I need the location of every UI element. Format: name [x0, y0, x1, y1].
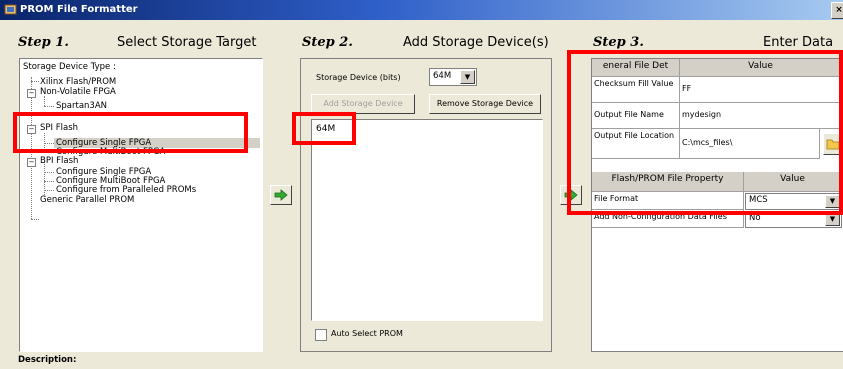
window-title: PROM File Formatter [20, 4, 138, 15]
tree-connector [44, 106, 54, 107]
step1-title: Step 1. [18, 35, 69, 50]
highlight-box-step3 [567, 50, 843, 215]
tree-connector [44, 172, 54, 173]
storage-device-bits-label: Storage Device (bits) [316, 73, 401, 82]
highlight-box-spi-flash [13, 112, 248, 153]
highlight-box-64m [292, 112, 356, 145]
description-label: Description: [18, 355, 77, 365]
auto-select-prom-checkbox[interactable] [315, 329, 327, 341]
tree-view: Xilinx Flash/PROM − Non-Volatile FPGA Sp… [20, 59, 262, 351]
title-bar: PROM File Formatter × [0, 0, 843, 20]
storage-device-list[interactable]: 64M [311, 119, 543, 321]
tree-item-non-volatile-fpga[interactable]: Non-Volatile FPGA [40, 87, 116, 97]
tree-item-configure-from-paralleled-proms[interactable]: Configure from Paralleled PROMs [56, 185, 196, 195]
step3-subtitle: Enter Data [763, 35, 834, 50]
storage-device-size-value: 64M [433, 71, 452, 81]
collapse-icon[interactable]: − [27, 89, 36, 98]
tree-item-spartan3an[interactable]: Spartan3AN [56, 101, 107, 111]
collapse-icon[interactable]: − [27, 158, 36, 167]
step1-subtitle: Select Storage Target [117, 35, 257, 50]
tree-connector [44, 190, 54, 191]
remove-storage-device-button[interactable]: Remove Storage Device [429, 94, 541, 114]
tree-connector [44, 96, 45, 106]
tree-item-bpi-flash[interactable]: BPI Flash [40, 156, 78, 166]
tree-item-xilinx-flash-prom[interactable]: Xilinx Flash/PROM [40, 77, 116, 87]
tree-item-generic-parallel-prom[interactable]: Generic Parallel PROM [40, 195, 134, 205]
storage-device-size-select[interactable]: 64M ▼ [429, 68, 477, 86]
next-step-arrow-button[interactable] [270, 185, 292, 205]
auto-select-prom-label: Auto Select PROM [331, 329, 403, 338]
step3-title: Step 3. [593, 35, 644, 50]
add-storage-device-button[interactable]: Add Storage Device [311, 94, 415, 114]
chevron-down-icon[interactable]: ▼ [460, 70, 475, 84]
tree-connector [31, 81, 39, 82]
prom-app-icon [4, 4, 17, 15]
storage-device-tree[interactable]: Storage Device Type : Xilinx Flash/PROM … [19, 58, 263, 352]
step2-title: Step 2. [302, 35, 353, 50]
green-right-arrow-icon [274, 189, 288, 201]
step2-group: Storage Device (bits) 64M ▼ Add Storage … [300, 58, 552, 352]
close-button[interactable]: × [831, 2, 843, 19]
tree-connector [44, 181, 54, 182]
step2-subtitle: Add Storage Device(s) [403, 35, 549, 50]
tree-connector [31, 219, 39, 220]
